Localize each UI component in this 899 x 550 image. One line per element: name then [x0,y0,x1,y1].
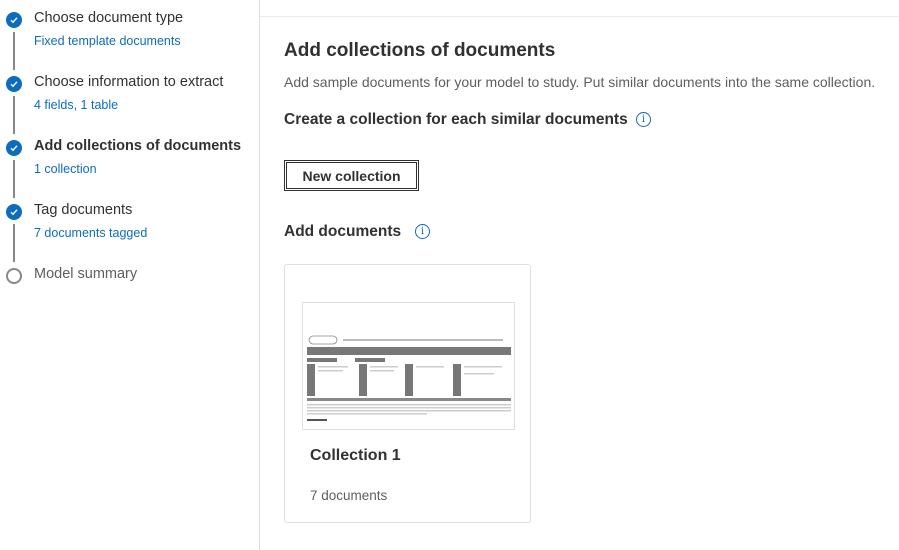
steps-sidebar: Choose document type Fixed template docu… [0,0,260,550]
info-icon[interactable]: i [415,224,430,239]
check-icon [6,12,22,28]
collection-name: Collection 1 [310,447,401,464]
page-description: Add sample documents for your model to s… [284,74,876,90]
page-title: Add collections of documents [284,40,556,61]
collection-card[interactable]: Collection 1 7 documents [284,264,531,523]
step-subtitle-link[interactable]: 7 documents tagged [34,226,147,240]
header-divider [260,16,899,17]
step-title: Add collections of documents [34,138,242,154]
step-title: Choose document type [34,10,184,26]
step-connector [13,96,15,134]
step-subtitle-link[interactable]: Fixed template documents [34,34,181,48]
new-collection-button[interactable]: New collection [284,160,419,191]
step-connector [13,224,15,262]
step-subtitle-link[interactable]: 1 collection [34,162,97,176]
step-title: Model summary [34,266,138,282]
document-thumbnail [302,302,515,430]
check-icon [6,140,22,156]
step-subtitle-link[interactable]: 4 fields, 1 table [34,98,118,112]
info-icon[interactable]: i [636,112,651,127]
add-documents-heading: Add documents [284,223,402,240]
create-collection-heading: Create a collection for each similar doc… [284,111,628,128]
step-title: Tag documents [34,202,133,218]
step-connector [13,160,15,198]
collection-document-count: 7 documents [310,488,388,503]
step-title: Choose information to extract [34,74,224,90]
check-icon [6,204,22,220]
empty-circle-icon [6,268,22,284]
step-connector [13,32,15,70]
check-icon [6,76,22,92]
